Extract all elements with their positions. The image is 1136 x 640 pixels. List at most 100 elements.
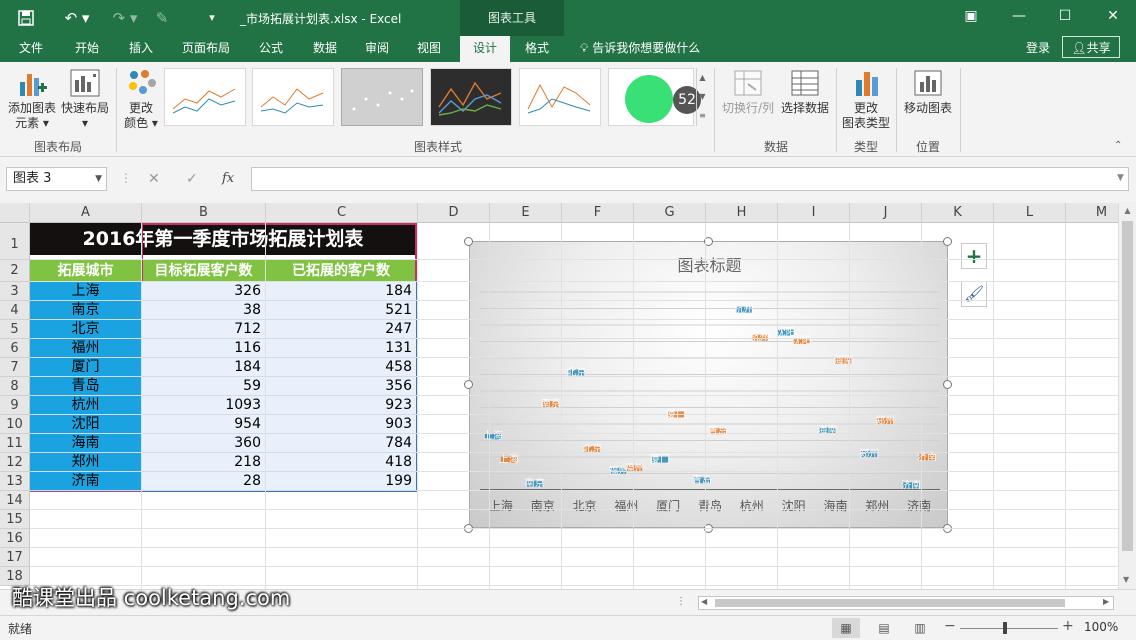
column-header-L[interactable]: L bbox=[994, 203, 1066, 223]
column-header-C[interactable]: C bbox=[266, 203, 418, 223]
column-header-G[interactable]: G bbox=[634, 203, 706, 223]
formula-input[interactable] bbox=[251, 167, 1129, 191]
row-header-12[interactable]: 12 bbox=[0, 453, 30, 472]
city-cell[interactable]: 上海 bbox=[30, 282, 141, 301]
change-chart-type-button[interactable]: 更改 图表类型 bbox=[840, 68, 892, 131]
row-header-7[interactable]: 7 bbox=[0, 358, 30, 377]
horizontal-scrollbar[interactable]: ◀ ▶ bbox=[698, 596, 1114, 610]
done-cell[interactable]: 418 bbox=[266, 453, 416, 472]
row-header-4[interactable]: 4 bbox=[0, 301, 30, 320]
city-cell[interactable]: 北京 bbox=[30, 320, 141, 339]
target-cell[interactable]: 28 bbox=[142, 472, 265, 491]
column-header-A[interactable]: A bbox=[30, 203, 142, 223]
done-cell[interactable]: 199 bbox=[266, 472, 416, 491]
column-header-K[interactable]: K bbox=[922, 203, 994, 223]
page-layout-view-icon[interactable]: ▤ bbox=[872, 618, 896, 638]
column-header-B[interactable]: B bbox=[142, 203, 266, 223]
maximize-icon[interactable]: ☐ bbox=[1050, 4, 1080, 28]
change-colors-button[interactable]: 更改 颜色 ▾ bbox=[120, 68, 162, 131]
cancel-icon[interactable]: ✕ bbox=[148, 171, 160, 187]
vertical-scrollbar[interactable]: ▲ ▼ bbox=[1118, 203, 1136, 589]
resize-handle-nw[interactable] bbox=[464, 237, 473, 246]
done-cell[interactable]: 356 bbox=[266, 377, 416, 396]
minimize-icon[interactable]: — bbox=[1004, 4, 1034, 28]
done-cell[interactable]: 521 bbox=[266, 301, 416, 320]
city-cell[interactable]: 福州 bbox=[30, 339, 141, 358]
resize-handle-w[interactable] bbox=[464, 380, 473, 389]
row-header-17[interactable]: 17 bbox=[0, 548, 30, 567]
gallery-up-icon[interactable]: ▲ bbox=[697, 68, 708, 87]
tab-insert[interactable]: 插入 bbox=[116, 36, 166, 62]
tab-data[interactable]: 数据 bbox=[300, 36, 350, 62]
gallery-more-icon[interactable]: ≡ bbox=[697, 106, 708, 125]
chart-style-5[interactable] bbox=[519, 68, 601, 126]
undo-icon[interactable]: ↶ ▾ bbox=[60, 6, 94, 30]
done-cell[interactable]: 247 bbox=[266, 320, 416, 339]
gallery-scroll[interactable]: ▲ ▼ ≡ bbox=[696, 68, 708, 126]
chart-style-3-selected[interactable] bbox=[341, 68, 423, 126]
row-header-14[interactable]: 14 bbox=[0, 491, 30, 510]
column-header-J[interactable]: J bbox=[850, 203, 922, 223]
resize-handle-e[interactable] bbox=[943, 380, 952, 389]
city-cell[interactable]: 厦门 bbox=[30, 358, 141, 377]
row-header-3[interactable]: 3 bbox=[0, 282, 30, 301]
city-cell[interactable]: 海南 bbox=[30, 434, 141, 453]
scroll-up-icon[interactable]: ▲ bbox=[1119, 206, 1136, 215]
sign-in-link[interactable]: 登录 bbox=[1026, 36, 1050, 60]
zoom-out-icon[interactable]: − bbox=[944, 618, 956, 634]
target-cell[interactable]: 360 bbox=[142, 434, 265, 453]
column-header-E[interactable]: E bbox=[490, 203, 562, 223]
tab-formulas[interactable]: 公式 bbox=[246, 36, 296, 62]
normal-view-icon[interactable]: ▦ bbox=[832, 618, 860, 638]
name-box-dropdown-icon[interactable]: ▼ bbox=[95, 168, 102, 190]
chart-style-4[interactable] bbox=[430, 68, 512, 126]
customize-qat-icon[interactable]: ▾ bbox=[200, 6, 224, 30]
chart-styles-brush-icon[interactable]: 🖌︎ bbox=[961, 281, 987, 307]
column-header-M[interactable]: M bbox=[1066, 203, 1118, 223]
quick-layout-button[interactable]: 快速布局 ▾ bbox=[58, 68, 112, 131]
target-cell[interactable]: 954 bbox=[142, 415, 265, 434]
add-chart-element-button[interactable]: 添加图表 元素 ▾ bbox=[6, 68, 58, 131]
target-cell[interactable]: 218 bbox=[142, 453, 265, 472]
column-header-F[interactable]: F bbox=[562, 203, 634, 223]
name-box[interactable]: 图表 3 ▼ bbox=[6, 167, 107, 191]
target-cell[interactable]: 1093 bbox=[142, 396, 265, 415]
chart-area[interactable]: 图表标题 上海 南京 北京 福州 厦门 青岛 杭州 沈阳 海南 郑州 济南 上海 南京 北京 福州 厦门 青岛杭… bbox=[469, 241, 948, 528]
target-cell[interactable]: 712 bbox=[142, 320, 265, 339]
row-header-1[interactable]: 1 bbox=[0, 223, 30, 260]
move-chart-button[interactable]: 移动图表 bbox=[900, 68, 956, 116]
city-cell[interactable]: 青岛 bbox=[30, 377, 141, 396]
zoom-in-icon[interactable]: + bbox=[1062, 618, 1074, 634]
scroll-thumb[interactable] bbox=[1122, 221, 1133, 551]
gallery-down-icon[interactable]: ▼ bbox=[697, 87, 708, 106]
collapse-ribbon-icon[interactable]: ⌃ bbox=[1114, 140, 1122, 151]
row-header-13[interactable]: 13 bbox=[0, 472, 30, 491]
scroll-right-icon[interactable]: ▶ bbox=[1103, 597, 1109, 606]
column-header-I[interactable]: I bbox=[778, 203, 850, 223]
done-cell[interactable]: 131 bbox=[266, 339, 416, 358]
city-cell[interactable]: 沈阳 bbox=[30, 415, 141, 434]
share-button[interactable]: 👤︎共享 bbox=[1062, 36, 1120, 58]
row-header-15[interactable]: 15 bbox=[0, 510, 30, 529]
scroll-down-icon[interactable]: ▼ bbox=[1123, 575, 1129, 584]
chart-style-2[interactable] bbox=[252, 68, 334, 126]
tab-design[interactable]: 设计 bbox=[460, 36, 510, 62]
row-header-16[interactable]: 16 bbox=[0, 529, 30, 548]
row-header-11[interactable]: 11 bbox=[0, 434, 30, 453]
resize-handle-ne[interactable] bbox=[943, 237, 952, 246]
target-cell[interactable]: 38 bbox=[142, 301, 265, 320]
tab-home[interactable]: 开始 bbox=[62, 36, 112, 62]
switch-row-column-button[interactable]: 切换行/列 bbox=[718, 68, 778, 116]
worksheet-grid[interactable]: 2016年第一季度市场拓展计划表 拓展城市 目标拓展客户数 已拓展的客户数 图表… bbox=[0, 203, 1118, 589]
scroll-left-icon[interactable]: ◀ bbox=[701, 597, 707, 606]
save-icon[interactable] bbox=[14, 6, 38, 30]
target-cell[interactable]: 116 bbox=[142, 339, 265, 358]
insert-function-icon[interactable]: fx bbox=[222, 171, 234, 186]
enter-icon[interactable]: ✓ bbox=[186, 171, 198, 187]
chart-elements-plus-icon[interactable]: + bbox=[961, 243, 987, 269]
ribbon-display-options-icon[interactable]: ▣ bbox=[956, 4, 986, 28]
city-cell[interactable]: 南京 bbox=[30, 301, 141, 320]
select-all-corner[interactable] bbox=[0, 203, 30, 223]
plot-area[interactable]: 上海 南京 北京 福州 厦门 青岛 杭州 沈阳 海南 郑州 济南上海南京北京福州厦门青岛杭州沈阳海南… bbox=[470, 242, 949, 529]
row-header-2[interactable]: 2 bbox=[0, 260, 30, 282]
